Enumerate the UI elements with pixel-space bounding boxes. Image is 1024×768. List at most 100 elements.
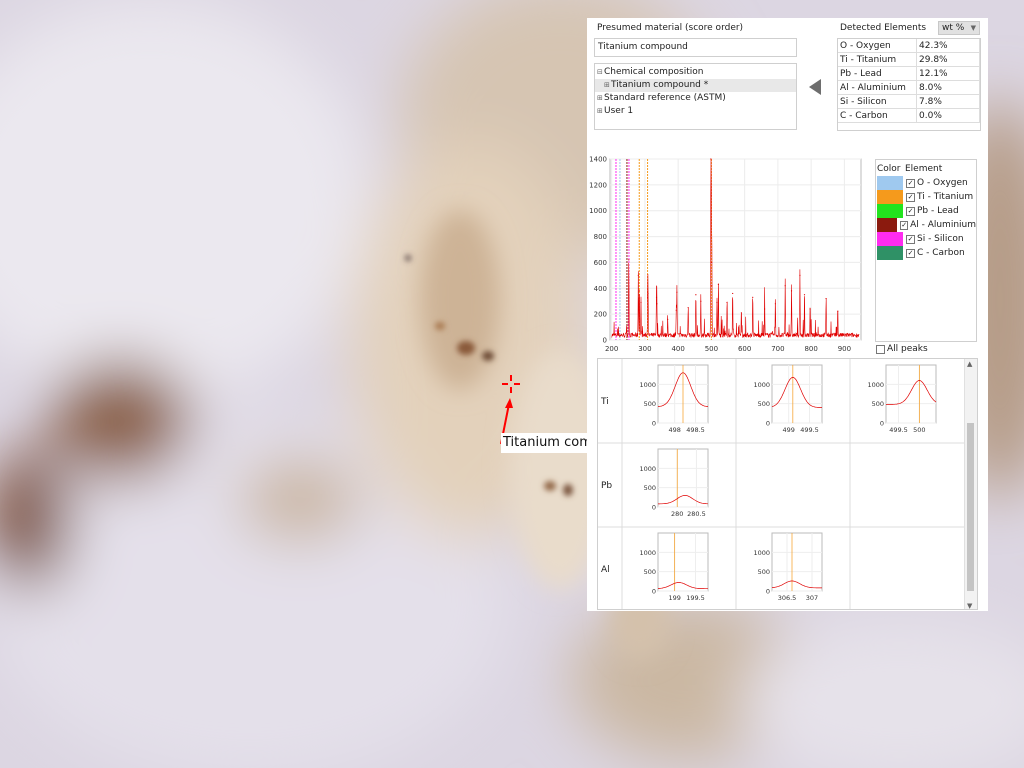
spectrum-chart[interactable]: 200 300 400 500 600 700 800 9000200400600800100… <box>587 155 867 360</box>
peak-x-tick-label: 307 <box>806 594 818 602</box>
legend-row[interactable]: ✓ Pb - Lead <box>877 204 976 218</box>
element-name-cell: Ti - Titanium <box>838 52 917 67</box>
peak-x-tick-label: 199.5 <box>686 594 705 602</box>
element-name-cell: Pb - Lead <box>838 66 917 81</box>
legend-row[interactable]: ✓ Al - Aluminium <box>877 218 976 232</box>
checkbox-checked-icon[interactable]: ✓ <box>906 234 915 244</box>
collapse-arrow-icon[interactable] <box>809 79 823 95</box>
table-row[interactable]: Ti - Titanium 29.8% <box>838 52 980 67</box>
image-label: Titanium compound <box>501 433 589 453</box>
element-name-cell: O - Oxygen <box>838 39 917 53</box>
peak-plot-area <box>657 532 709 592</box>
y-tick-label: 200 <box>594 311 607 319</box>
tree-item[interactable]: ⊞Titanium compound * <box>595 79 796 92</box>
expand-icon[interactable]: ⊞ <box>604 79 611 92</box>
peak-grid-plots: Ti 0 500 1000 498 498.5 0 500 1000 499 499.5 0 500 10… <box>598 359 966 609</box>
legend-row[interactable]: ✓ C - Carbon <box>877 246 976 260</box>
spectrum-peak-point <box>717 283 719 286</box>
material-tree[interactable]: ⊟Chemical composition ⊞Titanium compound … <box>594 63 797 130</box>
scroll-down-icon[interactable]: ▼ <box>967 602 972 609</box>
checkbox-checked-icon[interactable]: ✓ <box>906 178 915 188</box>
element-name-cell: Si - Silicon <box>838 94 917 109</box>
spectrum-peak-point <box>628 259 630 261</box>
peak-plot-area <box>657 448 709 508</box>
legend-element-header: Element <box>905 164 943 174</box>
x-tick-label: 200 <box>605 345 618 353</box>
scrollbar-thumb[interactable] <box>967 423 974 591</box>
y-tick-label: 1000 <box>589 207 607 215</box>
target-crosshair-icon[interactable] <box>501 374 521 394</box>
x-tick-label: 400 <box>671 345 684 353</box>
presumed-material-field[interactable]: Titanium compound <box>594 38 797 57</box>
spectrum-peak-point <box>710 158 712 160</box>
legend-row[interactable]: ✓ Ti - Titanium <box>877 190 976 204</box>
element-name-cell: Al - Aluminium <box>838 80 917 95</box>
tree-item[interactable]: ⊞User 1 <box>595 105 796 118</box>
element-value-cell: 8.0% <box>916 80 980 95</box>
legend-row[interactable]: ✓ O - Oxygen <box>877 176 976 190</box>
table-row[interactable]: Al - Aluminium 8.0% <box>838 80 980 95</box>
presumed-material-header: Presumed material (score order) <box>597 23 744 33</box>
peak-y-tick-label: 500 <box>644 568 656 576</box>
tree-item-label: Titanium compound * <box>611 80 709 90</box>
y-tick-label: 1200 <box>589 181 607 189</box>
detected-elements-header: Detected Elements <box>840 23 927 33</box>
expand-icon[interactable]: ⊞ <box>597 105 604 118</box>
collapse-icon[interactable]: ⊟ <box>597 66 604 79</box>
legend-label: Si - Silicon <box>917 234 964 244</box>
peak-y-tick-label: 0 <box>766 420 770 428</box>
x-tick-label: 900 <box>838 345 851 353</box>
spectrum-peak-point <box>732 292 734 295</box>
all-peaks-label: All peaks <box>887 344 928 354</box>
peak-row-label: Ti <box>600 397 609 407</box>
unit-dropdown[interactable]: wt % ▼ <box>938 21 980 35</box>
all-peaks-checkbox[interactable]: All peaks <box>876 344 928 354</box>
peak-x-tick-label: 280 <box>671 510 683 518</box>
table-row[interactable]: C - Carbon 0.0% <box>838 108 980 123</box>
legend-row[interactable]: ✓ Si - Silicon <box>877 232 976 246</box>
chevron-down-icon: ▼ <box>970 24 976 32</box>
peak-plot-area <box>771 364 823 424</box>
peak-y-tick-label: 1000 <box>867 381 884 389</box>
peak-y-tick-label: 500 <box>758 400 770 408</box>
spectrum-peak-point <box>803 294 806 296</box>
spectrum-peak-point <box>740 312 742 314</box>
legend-swatch <box>877 204 903 218</box>
analysis-panel: Presumed material (score order) Titanium… <box>587 18 988 611</box>
legend-label: O - Oxygen <box>917 178 968 188</box>
peak-x-tick-label: 500 <box>913 426 925 434</box>
x-tick-label: 500 <box>705 345 718 353</box>
peak-detail-grid[interactable]: Ti 0 500 1000 498 498.5 0 500 1000 499 499.5 0 500 10… <box>597 358 978 610</box>
tree-item[interactable]: ⊟Chemical composition <box>595 66 796 79</box>
table-row[interactable]: Pb - Lead 12.1% <box>838 66 980 81</box>
scroll-up-icon[interactable]: ▲ <box>967 360 972 368</box>
expand-icon[interactable]: ⊞ <box>597 92 604 105</box>
peak-y-tick-label: 0 <box>652 588 656 596</box>
y-tick-label: 1400 <box>589 156 607 164</box>
peak-x-tick-label: 499.5 <box>800 426 819 434</box>
element-name-cell: C - Carbon <box>838 108 917 123</box>
y-tick-label: 0 <box>603 337 607 345</box>
checkbox-checked-icon[interactable]: ✓ <box>906 206 915 216</box>
spectrum-peak-point <box>710 194 712 196</box>
table-row[interactable]: O - Oxygen 42.3% <box>838 39 980 53</box>
checkbox-checked-icon[interactable]: ✓ <box>906 192 915 202</box>
spectrum-peak-point <box>784 285 786 287</box>
tree-item-label: Chemical composition <box>604 67 704 77</box>
peak-y-tick-label: 0 <box>652 504 656 512</box>
tree-item[interactable]: ⊞Standard reference (ASTM) <box>595 92 796 105</box>
peak-x-tick-label: 499 <box>782 426 794 434</box>
spectrum-peak-point <box>667 318 669 320</box>
checkbox-checked-icon[interactable]: ✓ <box>900 220 909 230</box>
x-tick-label: 700 <box>771 345 784 353</box>
checkbox-checked-icon[interactable]: ✓ <box>906 248 915 258</box>
element-legend: Color Element ✓ O - Oxygen ✓ Ti - Titanium ✓… <box>875 159 977 342</box>
spectrum-peak-point <box>711 285 713 287</box>
peak-row-label: Al <box>601 565 610 575</box>
table-row[interactable]: Si - Silicon 7.8% <box>838 94 980 109</box>
vertical-scrollbar[interactable]: ▲ ▼ <box>964 359 977 609</box>
tree-item-label: User 1 <box>604 106 634 116</box>
peak-y-tick-label: 500 <box>644 400 656 408</box>
legend-swatch <box>877 176 903 190</box>
peak-y-tick-label: 0 <box>766 588 770 596</box>
